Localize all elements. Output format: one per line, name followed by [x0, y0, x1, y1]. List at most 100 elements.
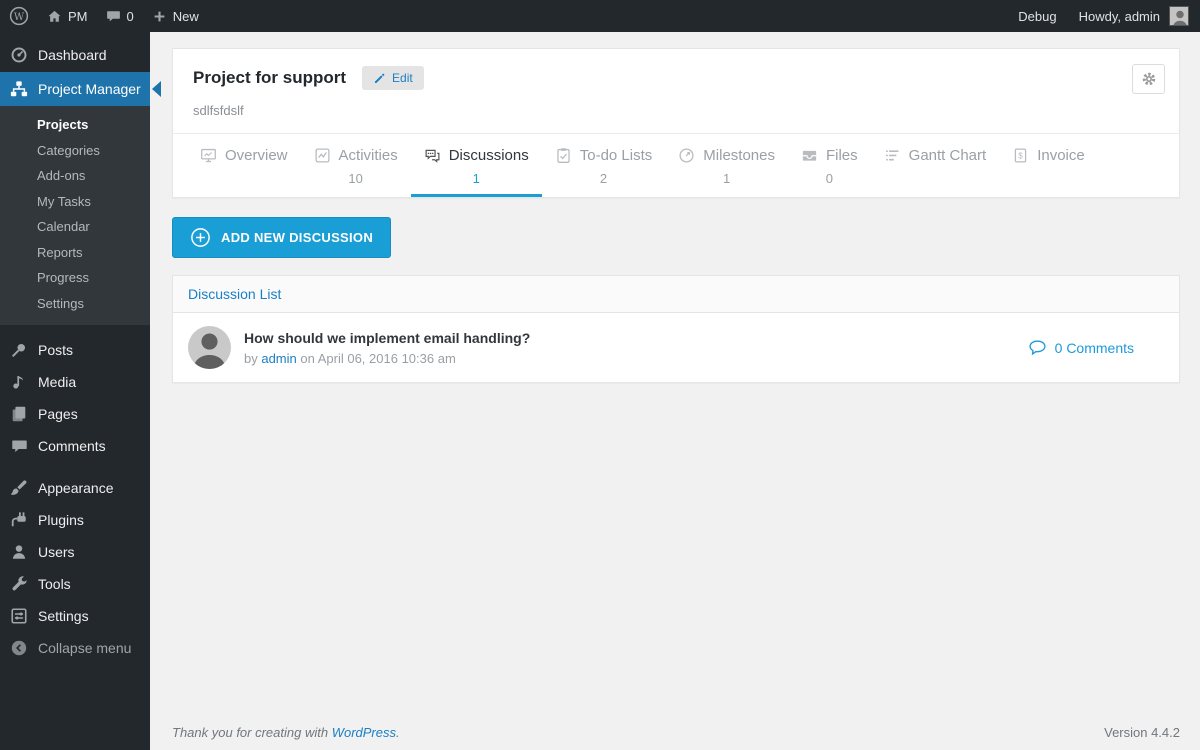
todo-clipboard-icon [555, 147, 572, 164]
discussion-date: on April 06, 2016 10:36 am [296, 350, 456, 366]
comments-icon [9, 438, 29, 455]
activities-chart-icon [314, 147, 331, 164]
tab-count: 1 [472, 171, 480, 186]
pushpin-icon [9, 341, 29, 359]
sidebar-label-appearance: Appearance [38, 480, 114, 496]
site-name: PM [68, 8, 88, 24]
sidebar-item-collapse-menu[interactable]: Collapse menu [0, 632, 150, 664]
sidebar-label-tools: Tools [38, 576, 71, 592]
wrench-icon [9, 575, 29, 593]
project-manager-submenu: Projects Categories Add-ons My Tasks Cal… [0, 106, 150, 325]
admin-sidebar: Dashboard Project Manager Projects Categ… [0, 32, 150, 750]
project-header-panel: Project for support Edit sdlfsfdslf Over… [172, 48, 1180, 198]
gantt-bars-icon [884, 147, 901, 164]
project-settings-button[interactable] [1132, 64, 1165, 94]
tab-overview[interactable]: Overview [187, 134, 301, 197]
sidebar-item-media[interactable]: Media [0, 366, 150, 398]
footer-version: Version 4.4.2 [1104, 725, 1180, 740]
sidebar-label-collapse: Collapse menu [38, 640, 132, 656]
edit-label: Edit [392, 71, 413, 85]
new-content-menu[interactable]: New [143, 0, 208, 32]
admin-bar: W PM 0 New Debug Howdy, admin [0, 0, 1200, 32]
edit-project-button[interactable]: Edit [362, 66, 424, 90]
discussion-comments-link[interactable]: 0 Comments [1028, 338, 1134, 357]
add-new-discussion-button[interactable]: ADD NEW DISCUSSION [172, 217, 392, 258]
tab-files[interactable]: Files 0 [788, 134, 871, 197]
discussion-list-item: How should we implement email handling? … [173, 313, 1179, 382]
sidebar-item-appearance[interactable]: Appearance [0, 472, 150, 504]
tab-invoice[interactable]: $ Invoice [999, 134, 1098, 197]
sidebar-item-project-manager[interactable]: Project Manager [0, 72, 150, 106]
svg-text:$: $ [1018, 151, 1023, 160]
project-description: sdlfsfdslf [193, 103, 244, 118]
submenu-item-calendar[interactable]: Calendar [0, 214, 150, 240]
tab-milestones[interactable]: Milestones 1 [665, 134, 788, 197]
tab-count: 10 [348, 171, 363, 186]
wordpress-link[interactable]: WordPress [332, 725, 396, 740]
add-new-discussion-label: ADD NEW DISCUSSION [221, 230, 374, 245]
settings-sliders-icon [9, 607, 29, 625]
home-icon [47, 9, 62, 24]
discussion-title-link[interactable]: How should we implement email handling? [244, 330, 530, 346]
tab-label: To-do Lists [579, 147, 653, 164]
submenu-item-categories[interactable]: Categories [0, 138, 150, 164]
tab-label: Invoice [1037, 147, 1085, 164]
project-tabs: Overview Activities 10 Discussions 1 To-… [173, 133, 1179, 197]
user-icon [9, 543, 29, 561]
sidebar-item-users[interactable]: Users [0, 536, 150, 568]
wordpress-logo-icon: W [9, 6, 29, 26]
sidebar-item-dashboard[interactable]: Dashboard [0, 38, 150, 72]
gear-icon [1140, 70, 1158, 88]
comment-outline-icon [1028, 338, 1047, 357]
tab-label: Discussions [448, 147, 529, 164]
submenu-item-my-tasks[interactable]: My Tasks [0, 189, 150, 215]
tab-activities[interactable]: Activities 10 [301, 134, 411, 197]
admin-footer: Thank you for creating with WordPress. V… [172, 725, 1180, 740]
comment-bubble-icon [106, 9, 121, 24]
comments-bubble-menu[interactable]: 0 [97, 0, 143, 32]
pages-icon [9, 405, 29, 423]
org-chart-icon [9, 80, 29, 98]
project-title: Project for support [193, 68, 347, 87]
submenu-item-progress[interactable]: Progress [0, 265, 150, 291]
tab-count: 2 [599, 171, 608, 186]
plus-icon [152, 9, 167, 24]
submenu-item-add-ons[interactable]: Add-ons [0, 163, 150, 189]
admin-bar-comment-count: 0 [126, 8, 134, 24]
discussion-author-link[interactable]: admin [261, 351, 296, 366]
tab-count: 0 [825, 171, 833, 186]
sidebar-item-posts[interactable]: Posts [0, 334, 150, 366]
sidebar-item-pages[interactable]: Pages [0, 398, 150, 430]
tab-gantt-chart[interactable]: Gantt Chart [871, 134, 1000, 197]
tab-label: Activities [338, 147, 398, 164]
dashboard-gauge-icon [9, 46, 29, 64]
discussion-list-title: Discussion List [173, 276, 1179, 313]
sidebar-label-comments: Comments [38, 438, 106, 454]
site-menu[interactable]: PM [38, 0, 97, 32]
tab-todo-lists[interactable]: To-do Lists 2 [542, 134, 666, 197]
user-avatar [1169, 6, 1189, 26]
submenu-item-reports[interactable]: Reports [0, 240, 150, 266]
submenu-item-projects[interactable]: Projects [0, 112, 150, 138]
sidebar-label-users: Users [38, 544, 75, 560]
discussion-meta: by admin on April 06, 2016 10:36 am [244, 351, 530, 366]
sidebar-item-tools[interactable]: Tools [0, 568, 150, 600]
sidebar-item-plugins[interactable]: Plugins [0, 504, 150, 536]
sidebar-label-media: Media [38, 374, 77, 390]
comments-count-label: 0 Comments [1054, 339, 1134, 356]
account-menu[interactable]: Howdy, admin [1068, 0, 1200, 32]
pencil-icon [373, 72, 386, 85]
tab-discussions[interactable]: Discussions 1 [410, 134, 542, 197]
tab-label: Files [825, 147, 858, 164]
submenu-item-settings[interactable]: Settings [0, 291, 150, 317]
sidebar-label-posts: Posts [38, 342, 74, 358]
sidebar-item-settings[interactable]: Settings [0, 600, 150, 632]
wordpress-logo-menu[interactable]: W [0, 0, 38, 32]
plus-circle-icon [190, 227, 211, 248]
howdy-label: Howdy, admin [1078, 8, 1160, 24]
debug-menu[interactable]: Debug [1007, 0, 1067, 32]
paintbrush-icon [9, 479, 29, 497]
sidebar-item-comments[interactable]: Comments [0, 430, 150, 462]
tab-label: Milestones [703, 147, 775, 164]
discussion-list-panel: Discussion List How should we implement … [172, 275, 1180, 383]
